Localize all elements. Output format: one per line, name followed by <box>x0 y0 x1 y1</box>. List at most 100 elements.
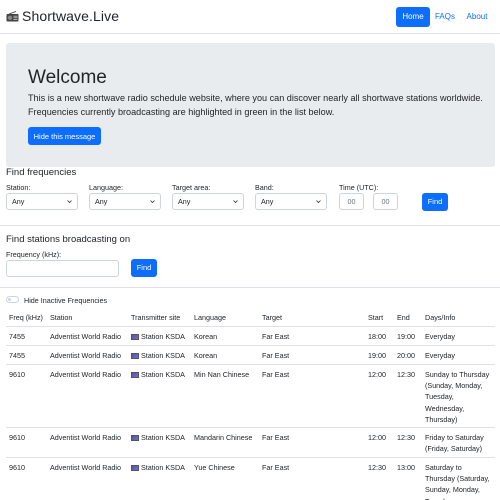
cell-days: Saturday to Thursday (Saturday, Sunday, Mo… <box>425 462 495 500</box>
header-freq: Freq (kHz) <box>9 313 43 322</box>
target-select-value: Any <box>178 197 191 206</box>
cell-start: 12:00 <box>368 370 386 379</box>
flag-icon <box>131 464 139 471</box>
site-name: Station KSDA <box>141 351 185 360</box>
language-select[interactable]: Any <box>89 193 161 210</box>
nav-faqs[interactable]: FAQs <box>434 7 456 27</box>
language-select-value: Any <box>95 197 108 206</box>
days-line: Sunday, Monday, <box>425 485 480 495</box>
header-start: Start <box>368 313 384 322</box>
cell-site: Station KSDA <box>131 350 185 361</box>
cell-target: Far East <box>262 351 290 360</box>
find-frequencies-title: Find frequencies <box>6 167 77 178</box>
site-name: Station KSDA <box>141 433 185 442</box>
station-select-value: Any <box>12 197 25 206</box>
cell-language: Yue Chinese <box>194 463 235 472</box>
cell-language: Korean <box>194 332 218 341</box>
cell-days: Friday to Saturday (Friday, Saturday) <box>425 432 495 454</box>
station-select[interactable]: Any <box>6 193 78 210</box>
welcome-text: This is a new shortwave radio schedule w… <box>28 93 483 117</box>
cell-site: Station KSDA <box>131 462 185 473</box>
hide-inactive-toggle[interactable] <box>6 296 19 303</box>
chevron-down-icon <box>233 200 238 204</box>
find-stations-title: Find stations broadcasting on <box>6 234 131 245</box>
cell-target: Far East <box>262 463 290 472</box>
cell-freq: 7455 <box>9 351 25 360</box>
target-select[interactable]: Any <box>172 193 244 210</box>
cell-days: Sunday to Thursday (Sunday, Monday, Tuesda… <box>425 369 495 425</box>
flag-icon <box>131 434 139 441</box>
band-select-value: Any <box>261 197 274 206</box>
time-label: Time (UTC): <box>339 183 379 192</box>
days-line: Thursday (Saturday, <box>425 474 490 484</box>
flag-icon <box>131 352 139 359</box>
header-end: End <box>397 313 410 322</box>
frequency-label: Frequency (kHz): <box>6 250 62 259</box>
toggle-knob <box>8 298 11 301</box>
cell-start: 12:30 <box>368 463 386 472</box>
hide-message-button[interactable]: Hide this message <box>28 127 101 145</box>
days-line: (Friday, Saturday) <box>425 444 482 454</box>
header-target: Target <box>262 313 282 322</box>
days-line: Sunday to Thursday <box>425 370 490 379</box>
days-line: Wednesday, <box>425 403 465 413</box>
cell-freq: 9610 <box>9 370 25 379</box>
days-line: Everyday <box>425 332 455 341</box>
target-label: Target area: <box>172 183 211 192</box>
header-language: Language <box>194 313 226 322</box>
days-line: Thursday) <box>425 414 458 424</box>
time-hour-input[interactable]: 00 <box>339 193 364 210</box>
nav-home[interactable]: Home <box>396 7 430 27</box>
cell-site: Station KSDA <box>131 432 185 443</box>
frequency-input[interactable] <box>6 260 119 277</box>
table-header-border <box>6 326 495 327</box>
cell-site: Station KSDA <box>131 331 185 342</box>
cell-station: Adventist World Radio <box>50 332 121 341</box>
cell-site: Station KSDA <box>131 369 185 380</box>
header-days: Days/Info <box>425 313 456 322</box>
band-select[interactable]: Any <box>255 193 327 210</box>
chevron-down-icon <box>67 200 72 204</box>
brand[interactable]: Shortwave.Live <box>6 8 119 24</box>
divider <box>0 225 500 226</box>
header-site: Transmitter site <box>131 313 181 322</box>
cell-end: 19:00 <box>397 332 415 341</box>
band-label: Band: <box>255 183 274 192</box>
find-frequencies-button[interactable]: Find <box>422 193 448 211</box>
flag-icon <box>131 371 139 378</box>
cell-freq: 9610 <box>9 463 25 472</box>
cell-station: Adventist World Radio <box>50 463 121 472</box>
site-name: Station KSDA <box>141 370 185 379</box>
hide-inactive-label: Hide Inactive Frequencies <box>24 296 108 305</box>
cell-end: 20:00 <box>397 351 415 360</box>
welcome-title: Welcome <box>28 67 107 88</box>
cell-freq: 9610 <box>9 433 25 442</box>
cell-station: Adventist World Radio <box>50 351 121 360</box>
cell-days: Everyday <box>425 331 495 342</box>
cell-station: Adventist World Radio <box>50 433 121 442</box>
nav-about[interactable]: About <box>464 7 490 27</box>
table-row-border <box>6 457 495 458</box>
chevron-down-icon <box>316 200 321 204</box>
table-row-border <box>6 427 495 428</box>
cell-station: Adventist World Radio <box>50 370 121 379</box>
language-label: Language: <box>89 183 123 192</box>
flag-icon <box>131 333 139 340</box>
cell-end: 13:00 <box>397 463 415 472</box>
cell-end: 12:30 <box>397 433 415 442</box>
days-line: Tuesday, <box>425 496 495 500</box>
cell-target: Far East <box>262 332 290 341</box>
cell-days: Everyday <box>425 350 495 361</box>
time-minute-input[interactable]: 00 <box>373 193 398 210</box>
navbar: Shortwave.Live Home FAQs About <box>0 0 500 34</box>
cell-end: 12:30 <box>397 370 415 379</box>
brand-name: Shortwave.Live <box>22 8 120 24</box>
find-stations-button[interactable]: Find <box>131 259 157 277</box>
header-station: Station <box>50 313 73 322</box>
days-line: Friday to Saturday <box>425 433 484 442</box>
cell-start: 19:00 <box>368 351 386 360</box>
site-name: Station KSDA <box>141 463 185 472</box>
station-label: Station: <box>6 183 31 192</box>
days-line: Tuesday, <box>425 392 454 402</box>
divider <box>0 287 500 288</box>
